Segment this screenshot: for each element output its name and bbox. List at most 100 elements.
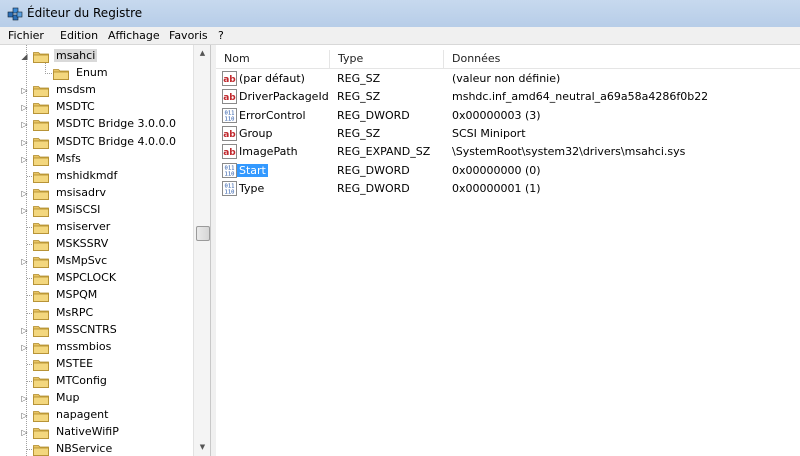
folder-icon (33, 238, 49, 251)
value-data: SCSI Miniport (452, 126, 526, 140)
expand-arrow-icon[interactable]: ▷ (20, 188, 29, 199)
folder-icon (33, 409, 49, 422)
value-row[interactable]: ab ImagePath REG_EXPAND_SZ \SystemRoot\syst… (216, 143, 800, 161)
folder-icon (33, 136, 49, 149)
value-name: ErrorControl (239, 108, 306, 122)
expand-arrow-icon[interactable]: ▷ (20, 119, 29, 130)
column-header-type[interactable]: Type (330, 50, 444, 68)
menu-affichage[interactable]: Affichage (108, 29, 160, 42)
value-name: DriverPackageId (239, 90, 329, 104)
value-name: (par défaut) (239, 72, 305, 85)
column-header-data[interactable]: Données (444, 50, 800, 68)
folder-icon (33, 392, 49, 405)
value-type: REG_SZ (337, 126, 381, 140)
value-row[interactable]: 011 110 Start REG_DWORD 0x00000000 (0) (216, 162, 800, 180)
tree-item-label: mssmbios (56, 339, 112, 353)
folder-icon (33, 358, 49, 371)
tree-item-label: MSTEE (56, 356, 94, 370)
tree-scrollbar[interactable]: ▲ ▼ (193, 45, 210, 456)
folder-icon (33, 101, 49, 115)
expand-arrow-icon[interactable]: ▷ (20, 342, 29, 353)
tree-item-label: mshidkmdf (56, 168, 118, 182)
expand-arrow-icon[interactable]: ▷ (20, 410, 29, 421)
window-title: Éditeur du Registre (27, 6, 143, 20)
value-row[interactable]: ab (par défaut) REG_SZ (valeur non définie) (216, 70, 800, 88)
expand-arrow-icon[interactable]: ▷ (20, 137, 29, 148)
value-name: ImagePath (239, 145, 298, 159)
tree-item-label: MSiSCSI (56, 202, 101, 216)
svg-text:110: 110 (225, 171, 235, 177)
tree-item-label: MSDTC Bridge 4.0.0.0 (56, 134, 177, 148)
value-type: REG_DWORD (337, 163, 410, 177)
binary-value-icon: 011 110 (222, 180, 237, 196)
svg-text:110: 110 (225, 116, 235, 122)
expand-arrow-icon[interactable]: ▷ (20, 427, 29, 438)
expand-arrow-icon[interactable]: ▷ (20, 393, 29, 404)
tree-item-label: Enum (76, 66, 108, 80)
value-type: REG_EXPAND_SZ (337, 145, 431, 159)
tree-item-label: NBService (56, 442, 113, 456)
folder-icon (33, 221, 49, 234)
value-row[interactable]: 011 110 Type REG_DWORD 0x00000001 (1) (216, 180, 800, 198)
svg-text:110: 110 (225, 189, 235, 195)
folder-icon (33, 375, 49, 388)
value-data: (valeur non définie) (452, 72, 561, 85)
expand-arrow-icon[interactable]: ▷ (20, 154, 29, 165)
values-list[interactable]: Nom Type Données ab (par défaut) REG_SZ (va… (216, 45, 800, 456)
folder-icon (33, 307, 49, 320)
scroll-down-button[interactable]: ▼ (194, 439, 210, 456)
folder-icon (33, 170, 49, 183)
tree-item-label: MSPCLOCK (56, 271, 117, 285)
menu-favoris[interactable]: Favoris (169, 29, 208, 42)
expand-arrow-icon[interactable]: ▷ (20, 102, 29, 113)
expand-arrow-icon[interactable]: ▷ (20, 85, 29, 96)
scroll-thumb[interactable] (196, 226, 210, 241)
expand-arrow-icon[interactable]: ▷ (20, 325, 29, 336)
svg-text:ab: ab (223, 148, 236, 158)
value-row[interactable]: 011 110 ErrorControl REG_DWORD 0x00000003 (3… (216, 107, 800, 125)
tree-item-label: napagent (56, 408, 109, 422)
folder-icon (33, 426, 49, 440)
menu-edition[interactable]: Edition (60, 29, 98, 42)
string-value-icon: ab (222, 125, 237, 141)
scroll-up-button[interactable]: ▲ (194, 45, 210, 62)
folder-icon (33, 50, 49, 63)
tree-item-label: Msfs (56, 151, 81, 165)
value-type: REG_DWORD (337, 181, 410, 195)
string-value-icon: ab (222, 144, 237, 160)
tree-item-label: NativeWifiP (56, 425, 119, 439)
tree-item-label: MsRPC (56, 305, 94, 319)
expand-arrow-icon[interactable]: ▷ (20, 256, 29, 267)
menu-help[interactable]: ? (218, 29, 224, 42)
value-data: 0x00000003 (3) (452, 108, 541, 122)
folder-icon (33, 204, 49, 217)
menu-fichier[interactable]: Fichier (8, 29, 44, 42)
folder-icon (33, 272, 49, 286)
value-name: Start (237, 163, 268, 177)
folder-icon (33, 187, 49, 200)
collapse-arrow-icon[interactable]: ◢ (20, 51, 29, 62)
tree-item-label: msisadrv (56, 185, 106, 199)
menu-bar: Fichier Edition Affichage Favoris ? (0, 27, 800, 45)
folder-icon (33, 324, 49, 337)
folder-icon (33, 341, 49, 354)
binary-value-icon: 011 110 (222, 162, 237, 178)
registry-tree[interactable]: ◢ msahci Enum ▷ msdsm ▷ MSDTC ▷ MSDTC Bridge 3.0… (0, 45, 211, 456)
value-type: REG_DWORD (337, 108, 410, 122)
value-row[interactable]: ab Group REG_SZ SCSI Miniport (216, 125, 800, 143)
column-header-name[interactable]: Nom (216, 50, 330, 68)
svg-text:ab: ab (223, 93, 236, 103)
string-value-icon: ab (222, 89, 237, 105)
folder-icon (33, 443, 49, 456)
folder-icon (53, 67, 69, 80)
value-row[interactable]: ab DriverPackageId REG_SZ mshdc.inf_amd64_n… (216, 88, 800, 106)
tree-item-label: MSPQM (56, 288, 98, 302)
folder-icon (33, 118, 49, 132)
expand-arrow-icon[interactable]: ▷ (20, 205, 29, 216)
title-bar[interactable]: Éditeur du Registre (0, 0, 800, 27)
value-type: REG_SZ (337, 72, 381, 85)
folder-icon (33, 289, 49, 303)
value-data: 0x00000001 (1) (452, 181, 541, 195)
tree-item-label: MSDTC (56, 100, 95, 114)
value-name: Type (239, 181, 265, 195)
